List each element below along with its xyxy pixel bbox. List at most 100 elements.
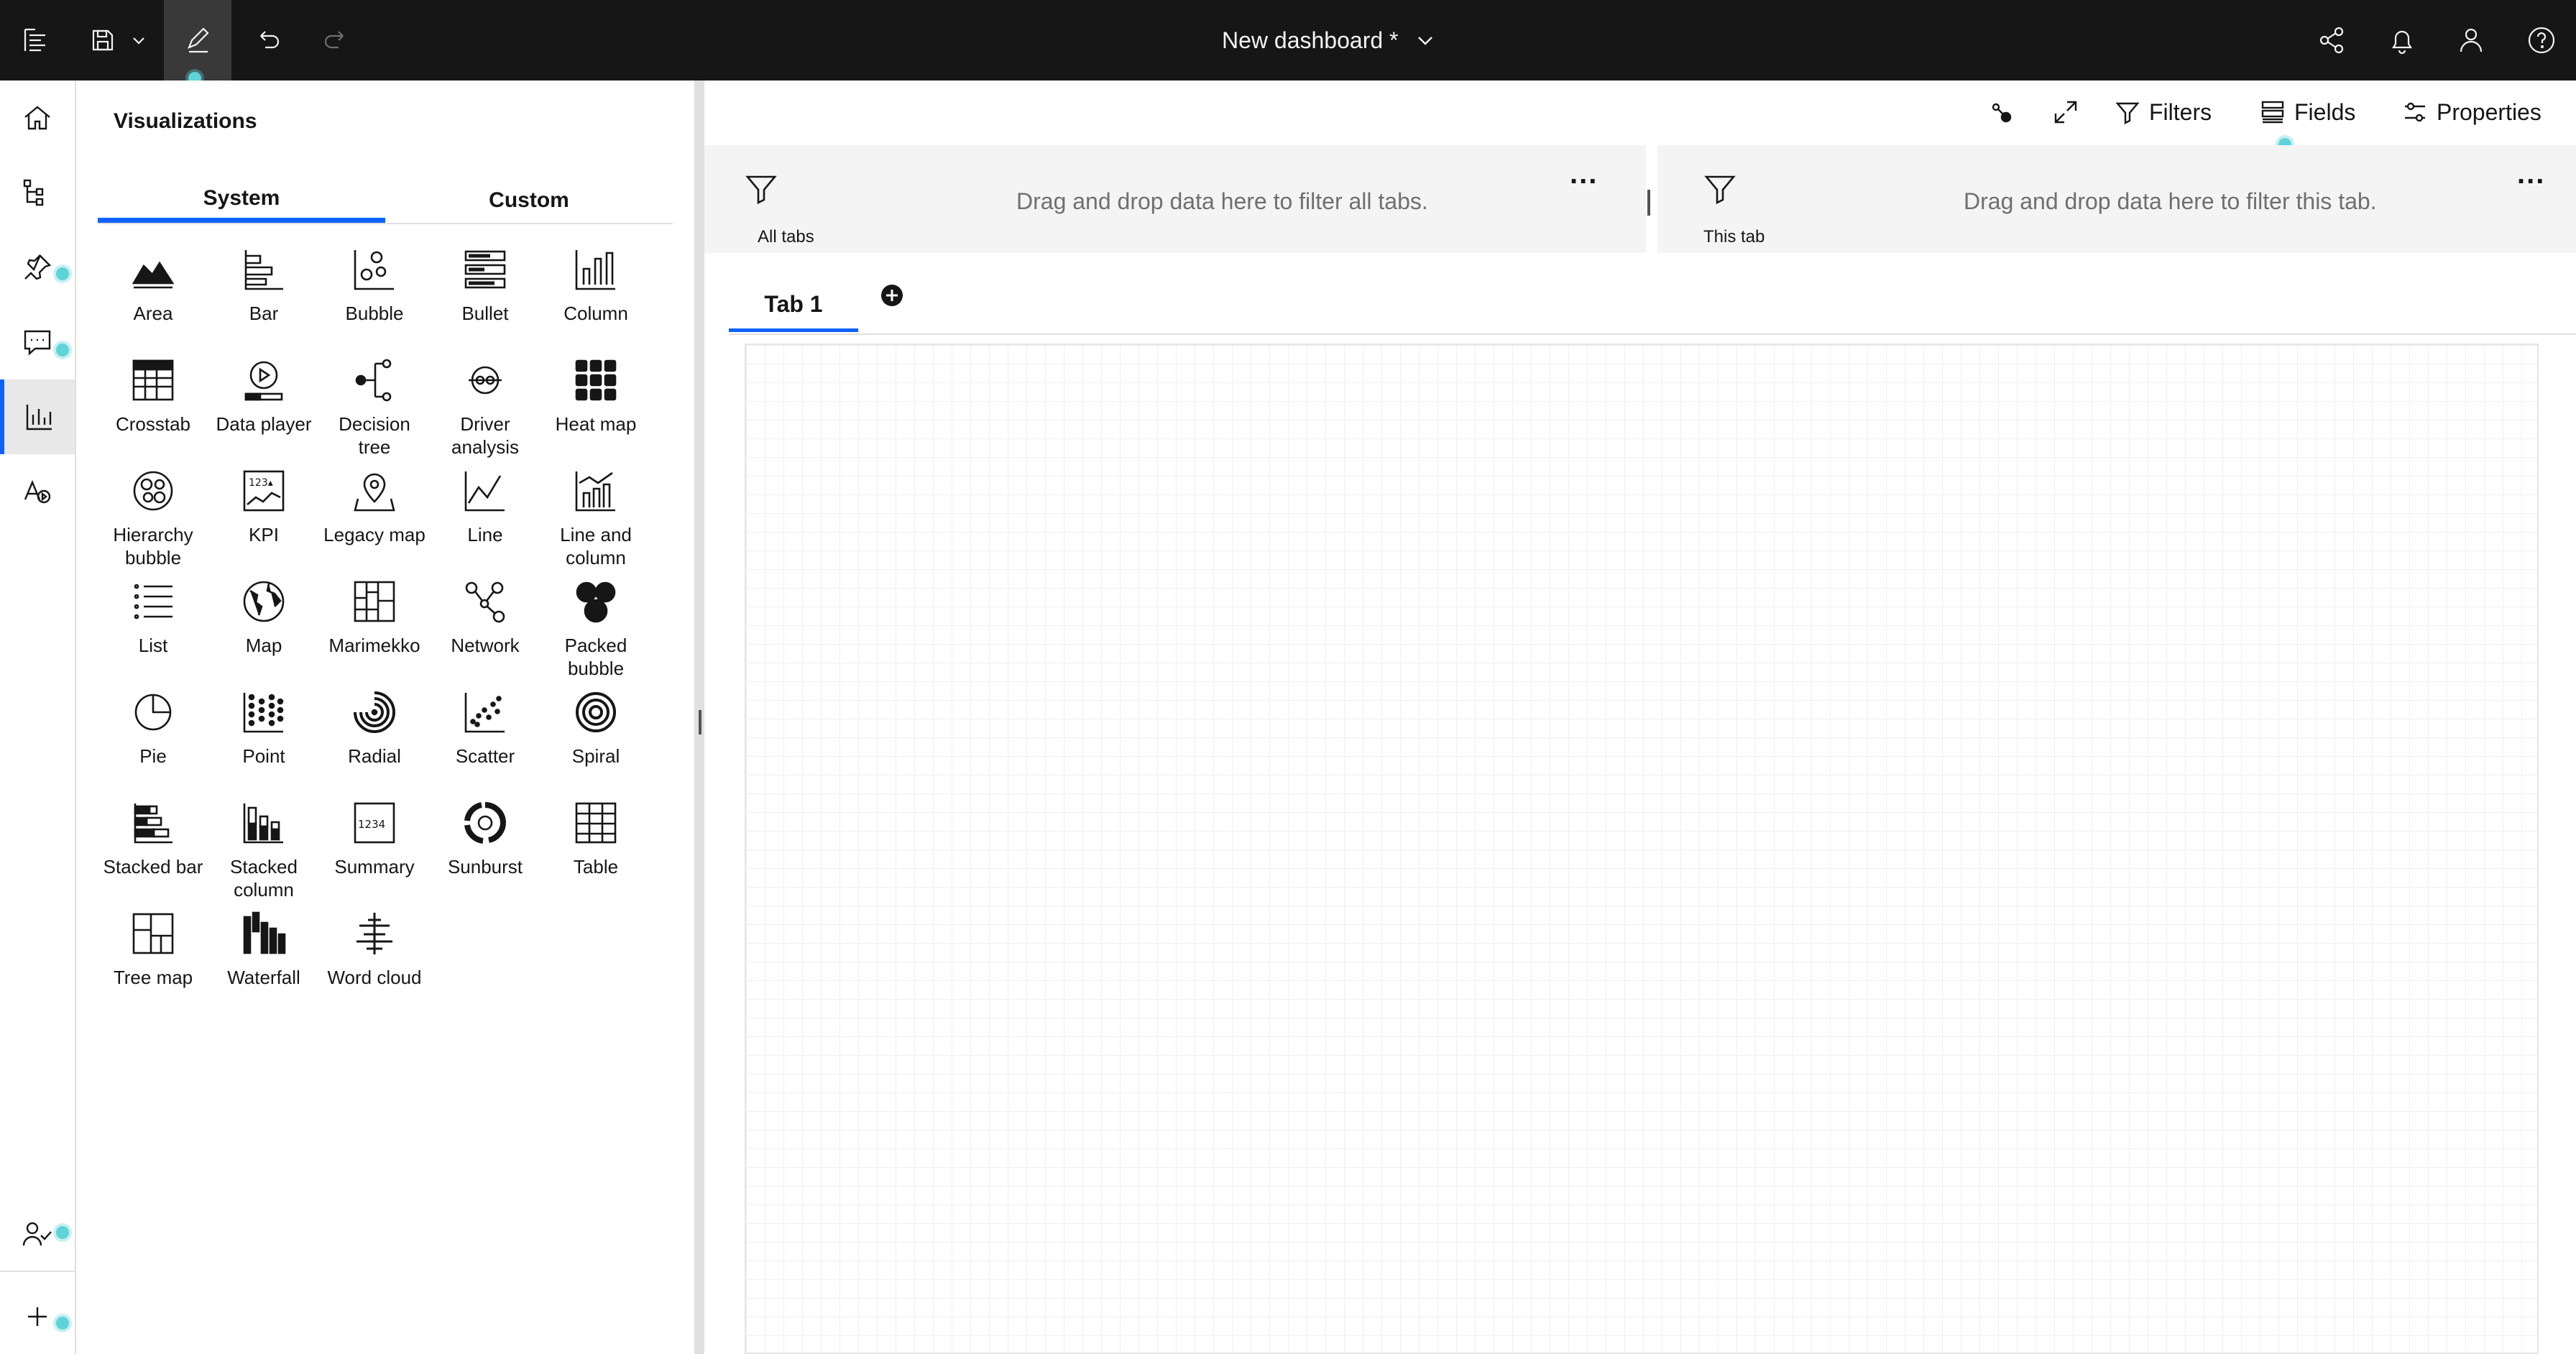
- this-tab-overflow-menu[interactable]: ...: [2517, 158, 2545, 190]
- viz-kpi[interactable]: 123▴ KPI: [208, 466, 319, 574]
- viz-hierarchy-bubble[interactable]: Hierarchy bubble: [98, 466, 208, 574]
- viz-scatter[interactable]: Scatter: [430, 687, 540, 795]
- chat-icon[interactable]: [0, 305, 75, 379]
- dashboard-title-menu[interactable]: New dashboard *: [1222, 0, 1437, 80]
- viz-label: Marimekko: [328, 635, 420, 656]
- viz-label: Scatter: [455, 745, 515, 767]
- fields-button[interactable]: Fields: [2260, 93, 2355, 131]
- filter-icon: [743, 171, 779, 207]
- driver-analysis-icon: [469, 366, 502, 395]
- viz-bubble[interactable]: Bubble: [319, 244, 430, 352]
- viz-table[interactable]: Table: [540, 798, 651, 906]
- viz-decision-tree[interactable]: Decision tree: [319, 355, 430, 463]
- viz-point[interactable]: Point: [208, 687, 319, 795]
- stacked-bar-icon: [134, 803, 172, 844]
- crosstab-icon: [132, 359, 174, 401]
- add-indicator: [56, 1317, 69, 1330]
- viz-area[interactable]: Area: [98, 244, 208, 352]
- viz-label: Stacked column: [230, 856, 298, 901]
- viz-label: Data player: [216, 413, 312, 435]
- marimekko-icon: [354, 581, 395, 622]
- rail-divider: [0, 1271, 75, 1272]
- word-cloud-icon: [356, 913, 392, 954]
- point-chart-icon: [243, 693, 284, 733]
- all-tabs-caption: All tabs: [758, 227, 814, 247]
- notification-icon[interactable]: [2382, 0, 2422, 80]
- share-icon[interactable]: [2312, 0, 2352, 80]
- viz-label: List: [138, 635, 168, 656]
- splitter-grip[interactable]: [699, 710, 702, 734]
- tab-1[interactable]: Tab 1: [729, 280, 858, 332]
- viz-list[interactable]: List: [98, 576, 208, 684]
- all-tabs-overflow-menu[interactable]: ...: [1570, 158, 1598, 190]
- legacy-map-icon: [354, 473, 395, 512]
- viz-crosstab[interactable]: Crosstab: [98, 355, 208, 463]
- data-sources-icon[interactable]: [0, 155, 75, 230]
- filters-label: Filters: [2149, 98, 2212, 125]
- home-icon[interactable]: [0, 80, 75, 155]
- packed-bubble-icon: [576, 581, 616, 623]
- visualizations-icon[interactable]: [0, 379, 75, 454]
- properties-button[interactable]: Properties: [2402, 93, 2542, 131]
- viz-stacked-column[interactable]: Stacked column: [208, 798, 319, 906]
- viz-map[interactable]: Map: [208, 576, 319, 684]
- viz-marimekko[interactable]: Marimekko: [319, 576, 430, 684]
- properties-label: Properties: [2437, 98, 2542, 125]
- viz-line-and-column[interactable]: Line and column: [540, 466, 651, 574]
- network-icon: [465, 581, 505, 623]
- this-tab-caption: This tab: [1703, 227, 1765, 247]
- column-chart-icon: [575, 250, 615, 290]
- viz-packed-bubble[interactable]: Packed bubble: [540, 576, 651, 684]
- viz-line[interactable]: Line: [430, 466, 540, 574]
- viz-label: Line: [467, 524, 503, 545]
- viz-network[interactable]: Network: [430, 576, 540, 684]
- chevron-down-icon[interactable]: [122, 0, 155, 80]
- viz-label: Table: [573, 856, 619, 878]
- viz-legacy-map[interactable]: Legacy map: [319, 466, 430, 574]
- viz-waterfall[interactable]: Waterfall: [208, 908, 319, 1016]
- viz-driver-analysis[interactable]: Driver analysis: [430, 355, 540, 463]
- dashboard-title[interactable]: New dashboard *: [1222, 27, 1398, 54]
- viz-label: Word cloud: [327, 967, 422, 988]
- connect-icon[interactable]: [1987, 93, 2015, 131]
- expand-icon[interactable]: [2051, 93, 2080, 131]
- user-icon[interactable]: [2451, 0, 2491, 80]
- tree-map-icon: [132, 913, 174, 954]
- tab-custom[interactable]: Custom: [385, 178, 673, 223]
- viz-sunburst[interactable]: Sunburst: [430, 798, 540, 906]
- edit-icon[interactable]: [164, 0, 231, 80]
- viz-word-cloud[interactable]: Word cloud: [319, 908, 430, 1016]
- pin-icon[interactable]: [0, 230, 75, 305]
- viz-bullet[interactable]: Bullet: [430, 244, 540, 352]
- help-icon[interactable]: [2521, 0, 2562, 80]
- viz-label: Map: [245, 635, 282, 656]
- filters-button[interactable]: Filters: [2115, 93, 2212, 131]
- assistant-icon[interactable]: [0, 454, 75, 529]
- tab-system[interactable]: System: [98, 178, 385, 223]
- viz-radial[interactable]: Radial: [319, 687, 430, 795]
- viz-label: Summary: [334, 856, 415, 878]
- viz-summary[interactable]: 1234 Summary: [319, 798, 430, 906]
- viz-data-player[interactable]: Data player: [208, 355, 319, 463]
- left-rail: [0, 80, 76, 1354]
- redo-icon[interactable]: [316, 0, 355, 80]
- undo-icon[interactable]: [249, 0, 288, 80]
- viz-label: Bubble: [345, 303, 404, 324]
- viz-spiral[interactable]: Spiral: [540, 687, 651, 795]
- viz-bar[interactable]: Bar: [208, 244, 319, 352]
- viz-column[interactable]: Column: [540, 244, 651, 352]
- menu-icon[interactable]: [10, 0, 62, 80]
- hierarchy-bubble-icon: [133, 471, 173, 511]
- dashboard-canvas[interactable]: [745, 344, 2539, 1354]
- viz-tree-map[interactable]: Tree map: [98, 908, 208, 1016]
- viz-heat-map[interactable]: Heat map: [540, 355, 651, 463]
- all-tabs-hint: Drag and drop data here to filter all ta…: [1016, 188, 1428, 214]
- svg-text:123▴: 123▴: [249, 477, 273, 489]
- filter-zone-divider[interactable]: [1647, 190, 1650, 216]
- viz-pie[interactable]: Pie: [98, 687, 208, 795]
- viz-label: Bullet: [461, 303, 509, 324]
- save-icon[interactable]: [85, 0, 121, 80]
- viz-stacked-bar[interactable]: Stacked bar: [98, 798, 208, 906]
- add-tab-icon[interactable]: [880, 283, 904, 308]
- chevron-down-icon[interactable]: [1414, 29, 1437, 52]
